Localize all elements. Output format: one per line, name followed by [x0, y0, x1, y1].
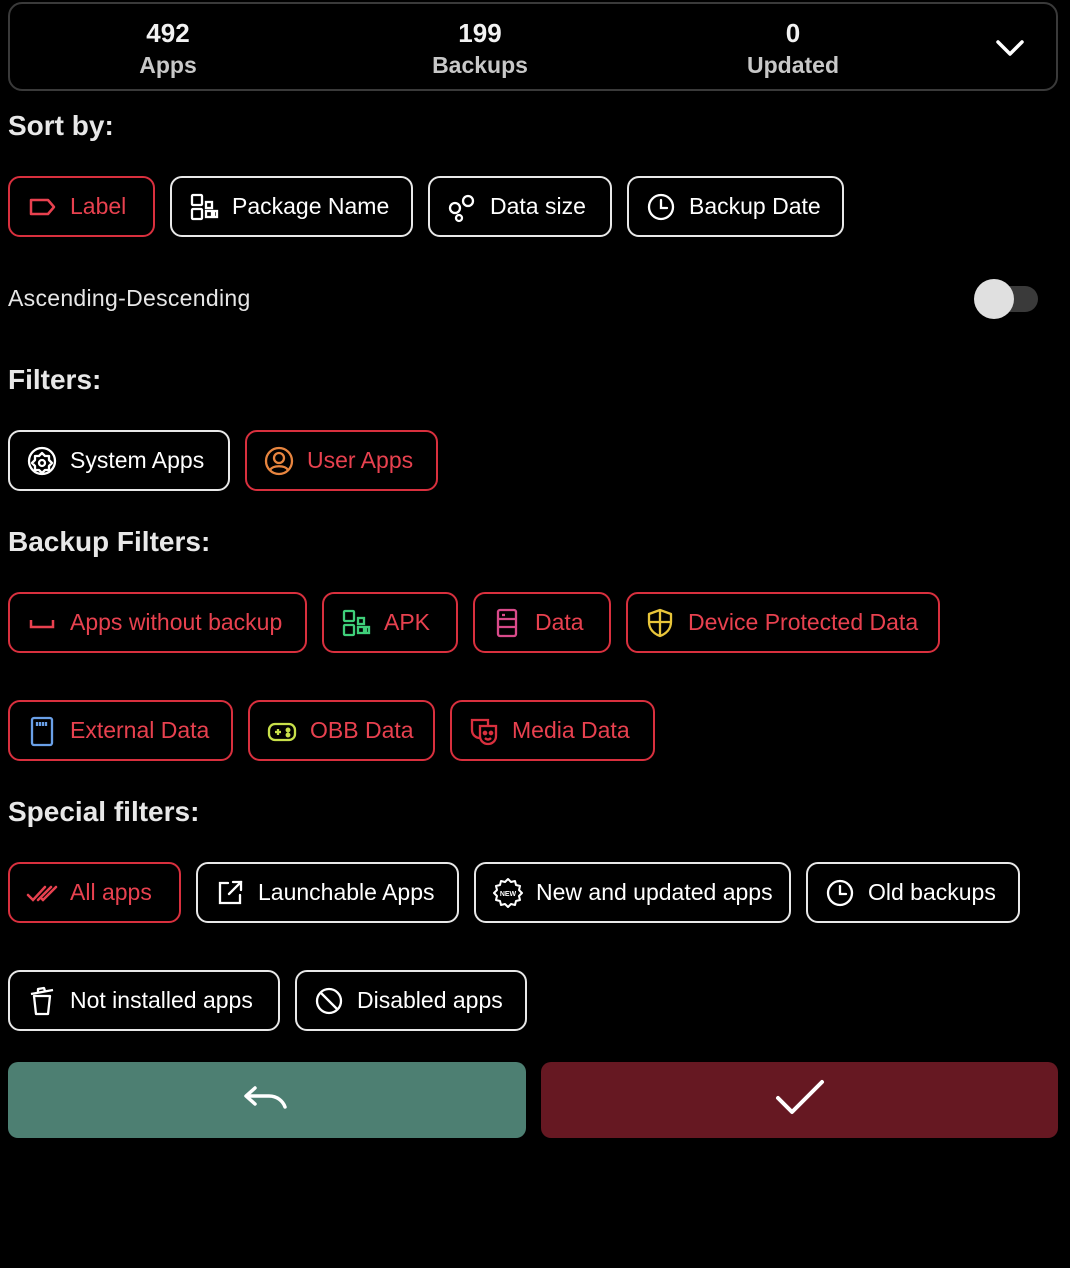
- sort-data-size-chip[interactable]: Data size: [428, 176, 612, 237]
- stat-apps: 492 Apps: [68, 18, 268, 82]
- trash-icon: [24, 983, 60, 1019]
- filter-data-text: Data: [535, 609, 584, 635]
- special-disabled-text: Disabled apps: [357, 987, 503, 1013]
- sort-backup-date-text: Backup Date: [689, 193, 821, 219]
- filter-user-apps-chip[interactable]: User Apps: [245, 430, 438, 491]
- sort-label-chip[interactable]: Label: [8, 176, 155, 237]
- shield-icon: [642, 605, 678, 641]
- block-icon: [311, 983, 347, 1019]
- sort-order-label: Ascending-Descending: [8, 285, 251, 311]
- label-icon: [24, 189, 60, 225]
- filter-user-apps-text: User Apps: [307, 447, 414, 473]
- filter-without-backup-chip[interactable]: Apps without backup: [8, 592, 307, 653]
- special-old-backups-text: Old backups: [868, 879, 996, 905]
- check-icon: [772, 1076, 828, 1125]
- special-old-backups-chip[interactable]: Old backups: [806, 862, 1020, 923]
- special-new-updated-text: New and updated apps: [536, 879, 773, 905]
- stat-backups-count: 199: [458, 18, 502, 48]
- filter-obb-data-text: OBB Data: [310, 717, 414, 743]
- special-disabled-chip[interactable]: Disabled apps: [295, 970, 527, 1031]
- undo-icon: [239, 1078, 295, 1123]
- stat-apps-count: 492: [146, 18, 190, 48]
- filter-external-data-chip[interactable]: External Data: [8, 700, 233, 761]
- filter-external-data-text: External Data: [70, 717, 210, 743]
- double-check-icon: [24, 875, 60, 911]
- filter-obb-data-chip[interactable]: OBB Data: [248, 700, 435, 761]
- package-icon: [186, 189, 222, 225]
- sort-package-name-text: Package Name: [232, 193, 390, 219]
- stats-bar: 492 Apps 199 Backups 0 Updated: [8, 2, 1058, 91]
- reset-button[interactable]: [8, 1062, 526, 1138]
- stat-updated-count: 0: [785, 18, 801, 48]
- toggle-knob: [974, 279, 1014, 319]
- special-filters-title: Special filters:: [8, 796, 200, 827]
- stat-updated: 0 Updated: [693, 18, 893, 82]
- filter-device-protected-text: Device Protected Data: [688, 609, 919, 635]
- special-launchable-text: Launchable Apps: [258, 879, 435, 905]
- filter-apk-chip[interactable]: APK: [322, 592, 458, 653]
- launch-icon: [212, 875, 248, 911]
- sort-backup-date-chip[interactable]: Backup Date: [627, 176, 844, 237]
- filter-apk-text: APK: [384, 609, 431, 635]
- filter-without-backup-text: Apps without backup: [70, 609, 283, 635]
- storage-icon: [489, 605, 525, 641]
- masks-icon: [466, 713, 502, 749]
- apply-button[interactable]: [541, 1062, 1058, 1138]
- system-gear-icon: [24, 443, 60, 479]
- stat-apps-label: Apps: [139, 52, 197, 78]
- filter-data-chip[interactable]: Data: [473, 592, 611, 653]
- user-icon: [261, 443, 297, 479]
- special-launchable-chip[interactable]: Launchable Apps: [196, 862, 459, 923]
- gamepad-icon: [264, 713, 300, 749]
- apk-icon: [338, 605, 374, 641]
- stat-backups-label: Backups: [432, 52, 528, 78]
- filter-system-apps-chip[interactable]: System Apps: [8, 430, 230, 491]
- clock-icon: [643, 189, 679, 225]
- backup-filters-title: Backup Filters:: [8, 526, 211, 557]
- bubbles-icon: [444, 189, 480, 225]
- special-all-apps-chip[interactable]: All apps: [8, 862, 181, 923]
- stat-updated-label: Updated: [747, 52, 839, 78]
- filter-media-data-text: Media Data: [512, 717, 630, 743]
- sd-card-icon: [24, 713, 60, 749]
- special-not-installed-chip[interactable]: Not installed apps: [8, 970, 280, 1031]
- clock-icon: [822, 875, 858, 911]
- chevron-down-icon[interactable]: [992, 32, 1028, 64]
- space-bar-icon: [24, 605, 60, 641]
- sort-label-text: Label: [70, 193, 127, 219]
- filters-title: Filters:: [8, 364, 102, 395]
- filter-device-protected-chip[interactable]: Device Protected Data: [626, 592, 940, 653]
- sort-data-size-text: Data size: [490, 193, 586, 219]
- sort-by-title: Sort by:: [8, 110, 114, 141]
- filter-system-apps-text: System Apps: [70, 447, 205, 473]
- filter-media-data-chip[interactable]: Media Data: [450, 700, 655, 761]
- special-new-updated-chip[interactable]: NEW New and updated apps: [474, 862, 791, 923]
- svg-text:NEW: NEW: [500, 891, 517, 898]
- sort-package-name-chip[interactable]: Package Name: [170, 176, 413, 237]
- stat-backups: 199 Backups: [380, 18, 580, 82]
- sort-order-toggle[interactable]: [974, 279, 1038, 319]
- special-all-apps-text: All apps: [70, 879, 152, 905]
- new-badge-icon: NEW: [490, 875, 526, 911]
- special-not-installed-text: Not installed apps: [70, 987, 253, 1013]
